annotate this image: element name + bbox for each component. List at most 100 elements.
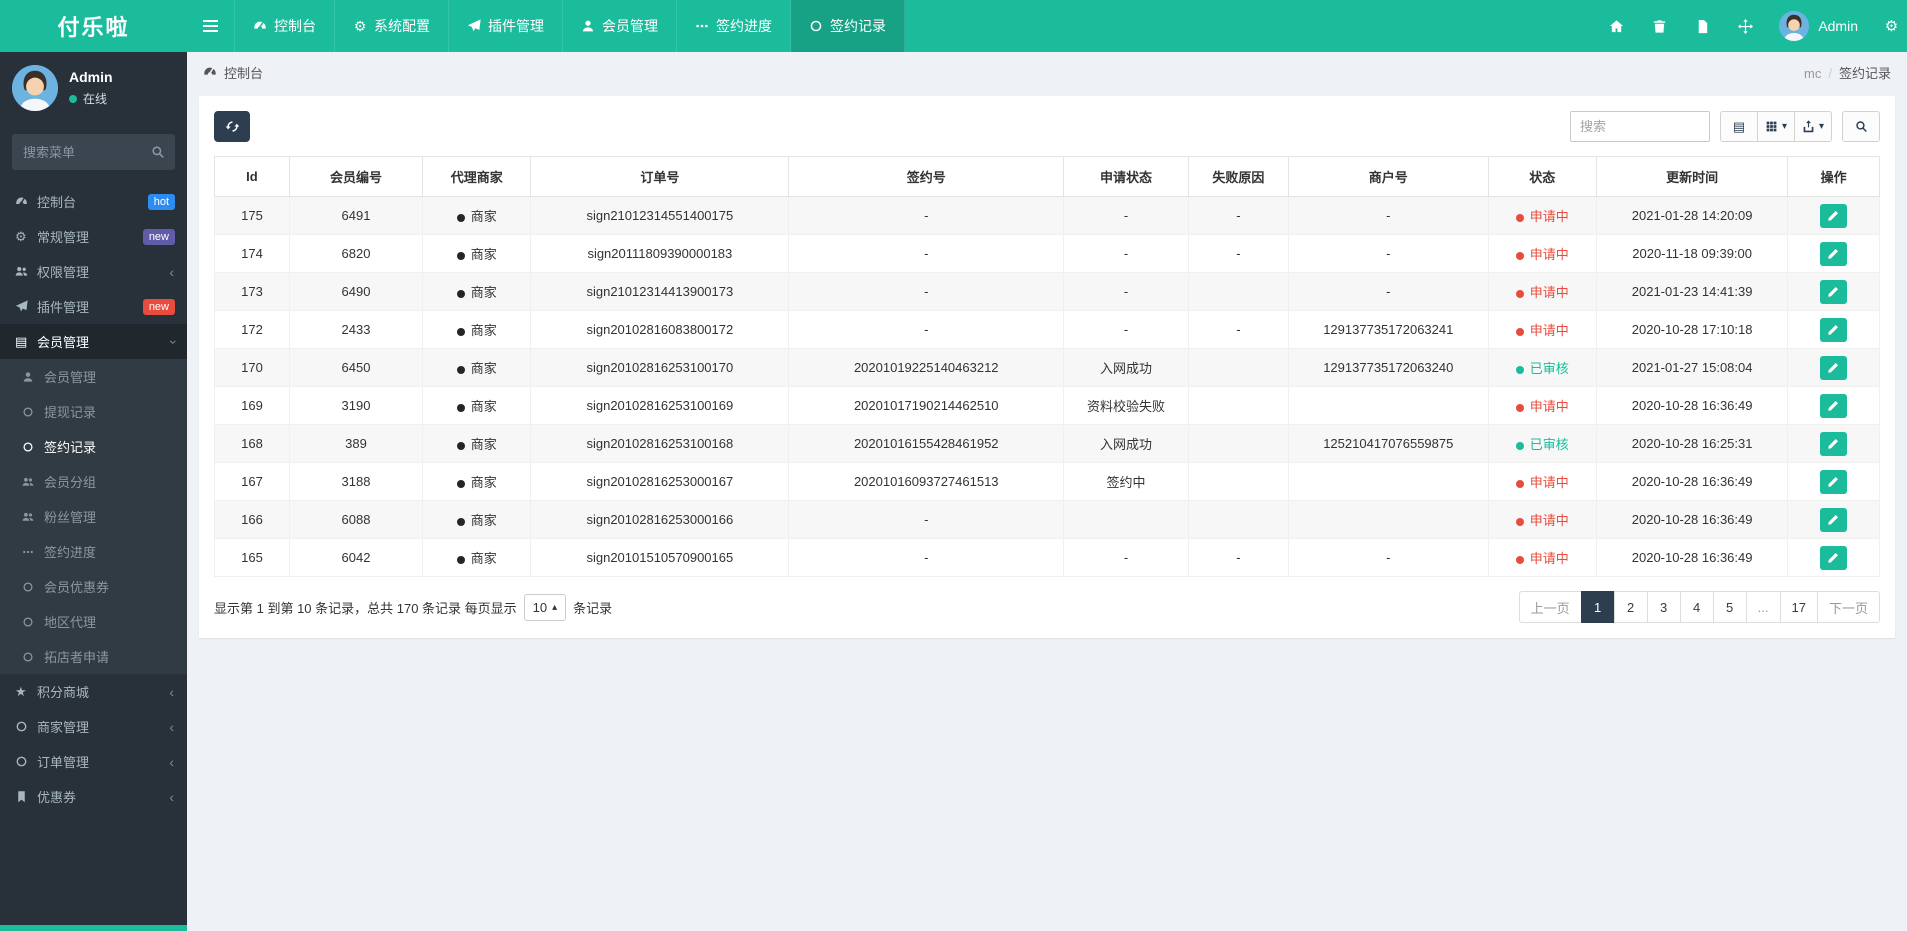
edit-button[interactable]	[1820, 241, 1848, 266]
table-row: 167 3188 商家 sign20102816253000167 2020101609…	[214, 462, 1880, 501]
sidebar-item[interactable]: ▤ 会员管理 ‹	[0, 324, 187, 359]
column-header: Id	[214, 156, 290, 197]
cell-fail-reason	[1187, 348, 1289, 387]
edit-button[interactable]	[1820, 469, 1848, 494]
agent-dot-icon	[456, 403, 465, 412]
sidebar-subitem[interactable]: 会员管理	[0, 359, 187, 394]
cell-apply-status: 入网成功	[1063, 348, 1189, 387]
sidebar-subitem[interactable]: 拓店者申请	[0, 639, 187, 674]
cell-fail-reason: -	[1187, 310, 1289, 349]
edit-button[interactable]	[1820, 393, 1848, 418]
page-button[interactable]: 17	[1779, 591, 1818, 623]
sidebar-subitem[interactable]: 签约进度	[0, 534, 187, 569]
search-icon[interactable]	[151, 145, 165, 159]
page-button[interactable]: 5	[1712, 591, 1747, 623]
breadcrumb[interactable]: 控制台	[203, 63, 263, 82]
breadcrumb-current: 签约记录	[1838, 65, 1891, 81]
ellipsis-icon	[695, 19, 709, 33]
top-menu-item[interactable]: 插件管理	[449, 0, 563, 52]
search-button[interactable]	[1842, 111, 1880, 142]
status-badge: 申请中	[1529, 513, 1569, 528]
sidebar-subitem[interactable]: 地区代理	[0, 604, 187, 639]
cell-agent: 商家	[422, 234, 532, 273]
sidebar-item[interactable]: 权限管理 ‹	[0, 254, 187, 289]
page-button[interactable]: 3	[1646, 591, 1681, 623]
table-search-input[interactable]	[1570, 111, 1710, 142]
top-menu-item[interactable]: 控制台	[235, 0, 335, 52]
top-menu-item-label: 会员管理	[602, 18, 658, 34]
sidebar-subitem[interactable]: 粉丝管理	[0, 499, 187, 534]
sidebar-subitem[interactable]: 会员优惠券	[0, 569, 187, 604]
cell-updated-at: 2021-01-27 15:08:04	[1595, 348, 1789, 387]
circle-icon	[22, 616, 44, 628]
edit-button[interactable]	[1820, 317, 1848, 342]
refresh-button[interactable]	[214, 111, 250, 142]
pencil-icon	[1827, 323, 1840, 336]
page-button[interactable]: 1	[1580, 591, 1615, 623]
grid-view-button[interactable]: ▾	[1757, 111, 1795, 142]
breadcrumb-section: mc	[1804, 65, 1822, 81]
cell-apply-status: -	[1063, 538, 1189, 577]
top-menu-item[interactable]: 签约记录	[791, 0, 905, 52]
page-size-select[interactable]: 10 ▴	[523, 593, 567, 621]
sidebar-item[interactable]: 控制台 hot	[0, 184, 187, 219]
agent-dot-icon	[456, 327, 465, 336]
settings-button[interactable]: ⚙	[1870, 0, 1901, 52]
cell-member-no: 6042	[288, 538, 424, 577]
top-menu-item[interactable]: 会员管理	[563, 0, 677, 52]
sidebar-item[interactable]: 商家管理 ‹	[0, 709, 187, 744]
users-icon	[22, 511, 44, 523]
sidebar-badge: new	[142, 228, 175, 245]
sidebar-subitem-label: 会员管理	[44, 370, 97, 385]
next-page-button[interactable]: 下一页	[1816, 591, 1880, 623]
columns-view-button[interactable]: ▤	[1720, 111, 1758, 142]
sidebar-subitem[interactable]: 会员分组	[0, 464, 187, 499]
sidebar-item[interactable]: 优惠券 ‹	[0, 779, 187, 814]
trash-button[interactable]	[1638, 0, 1681, 52]
status-dot-icon	[1515, 555, 1524, 564]
sidebar-item[interactable]: 插件管理 new	[0, 289, 187, 324]
expand-button[interactable]	[1724, 0, 1767, 52]
cell-merchant-no: -	[1287, 234, 1489, 273]
sidebar-item-label: 会员管理	[37, 335, 90, 350]
plane-icon	[15, 300, 37, 313]
cell-actions	[1787, 272, 1880, 311]
status-badge: 申请中	[1529, 247, 1569, 262]
top-menu-item[interactable]: 签约进度	[677, 0, 791, 52]
cell-id: 170	[214, 348, 290, 387]
edit-button[interactable]	[1820, 203, 1848, 228]
edit-button[interactable]	[1820, 507, 1848, 532]
user-menu[interactable]: Admin	[1767, 11, 1870, 41]
cell-member-no: 6450	[288, 348, 424, 387]
brand-logo[interactable]: 付乐啦	[0, 0, 187, 52]
home-button[interactable]	[1595, 0, 1638, 52]
status-badge: 申请中	[1529, 323, 1569, 338]
page-button[interactable]: 2	[1613, 591, 1648, 623]
agent-dot-icon	[456, 213, 465, 222]
profile-avatar	[12, 65, 58, 111]
pencil-icon	[1827, 361, 1840, 374]
edit-button[interactable]	[1820, 431, 1848, 456]
export-view-button[interactable]: ▾	[1794, 111, 1832, 142]
edit-button[interactable]	[1820, 355, 1848, 380]
file-button[interactable]	[1681, 0, 1724, 52]
sidebar-item[interactable]: 订单管理 ‹	[0, 744, 187, 779]
cell-status: 申请中	[1487, 310, 1597, 349]
table-row: 173 6490 商家 sign21012314413900173- - - 申请中 2021…	[214, 272, 1880, 311]
sidebar-subitem[interactable]: 签约记录	[0, 429, 187, 464]
pencil-icon	[1827, 247, 1840, 260]
edit-button[interactable]	[1820, 279, 1848, 304]
prev-page-button[interactable]: 上一页	[1518, 591, 1582, 623]
top-menu-item[interactable]: ⚙ 系统配置	[335, 0, 449, 52]
sidebar-toggle-button[interactable]	[187, 0, 235, 52]
sidebar-item[interactable]: ⚙ 常规管理 new	[0, 219, 187, 254]
cell-order-no: sign20102816253100169	[530, 386, 790, 425]
top-menu-item-label: 插件管理	[488, 18, 544, 34]
cell-agent: 商家	[422, 310, 532, 349]
sidebar-subitem[interactable]: 提现记录	[0, 394, 187, 429]
edit-button[interactable]	[1820, 545, 1848, 570]
cell-status: 申请中	[1487, 386, 1597, 425]
page-button[interactable]: 4	[1679, 591, 1714, 623]
chevron-left-icon: ‹	[169, 683, 174, 700]
sidebar-item[interactable]: ★ 积分商城 ‹	[0, 674, 187, 709]
